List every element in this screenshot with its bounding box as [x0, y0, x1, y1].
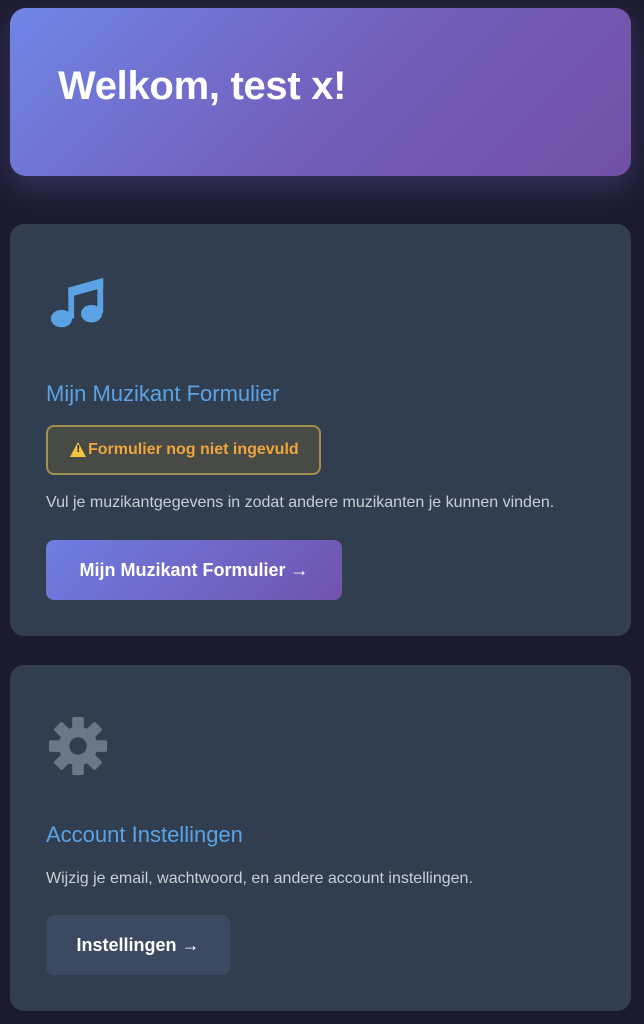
music-note-icon: [50, 277, 104, 328]
warning-icon: [70, 441, 86, 457]
dashboard-page: Welkom, test x! Mijn Muzikant Formulier …: [0, 0, 644, 1024]
account-settings-title: Account Instellingen: [46, 822, 243, 847]
settings-button[interactable]: Instellingen →: [46, 915, 230, 975]
musician-form-card: Mijn Muzikant Formulier Formulier nog ni…: [10, 224, 631, 636]
settings-button-label: Instellingen →: [76, 934, 200, 955]
gear-icon: [48, 716, 108, 776]
account-settings-card: Account Instellingen Wijzig je email, wa…: [10, 665, 631, 1011]
musician-form-button-label: Mijn Muzikant Formulier →: [79, 559, 309, 580]
account-settings-description: Wijzig je email, wachtwoord, en andere a…: [46, 870, 473, 887]
musician-form-description: Vul je muzikantgegevens in zodat andere …: [46, 494, 555, 511]
form-status-text: Formulier nog niet ingevuld: [88, 441, 299, 458]
musician-form-title: Mijn Muzikant Formulier: [46, 381, 280, 406]
welcome-banner: Welkom, test x!: [10, 8, 631, 176]
welcome-title: Welkom, test x!: [58, 64, 347, 108]
musician-form-button[interactable]: Mijn Muzikant Formulier →: [46, 540, 342, 600]
form-status-badge: Formulier nog niet ingevuld: [46, 425, 321, 475]
